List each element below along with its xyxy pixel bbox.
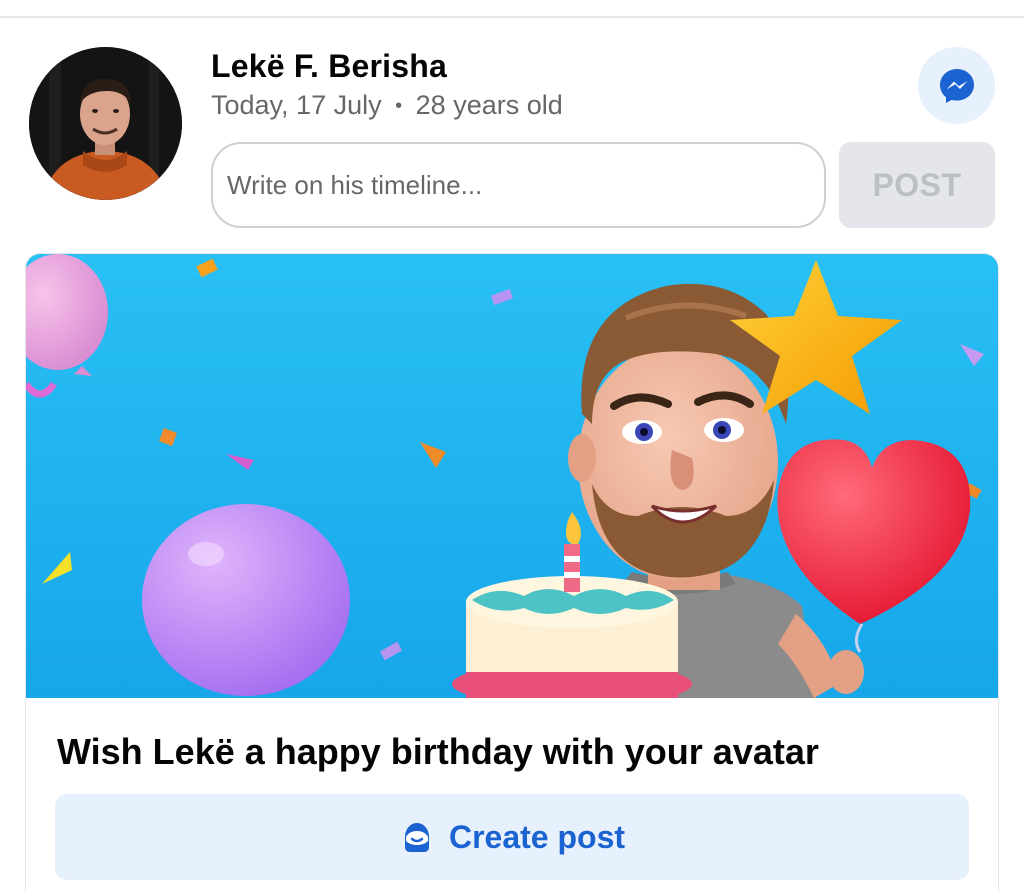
post-button[interactable]: POST bbox=[839, 142, 995, 228]
top-divider bbox=[0, 16, 1024, 18]
timeline-input[interactable] bbox=[211, 142, 826, 228]
create-post-button[interactable]: Create post bbox=[55, 794, 969, 880]
messenger-icon bbox=[939, 68, 974, 103]
profile-photo bbox=[29, 47, 182, 200]
messenger-button[interactable] bbox=[918, 47, 995, 124]
create-post-label: Create post bbox=[448, 818, 626, 855]
card-title: Wish Lekë a happy birthday with your ava… bbox=[57, 731, 819, 772]
birthday-age: 28 years old bbox=[415, 90, 563, 120]
profile-avatar[interactable] bbox=[29, 47, 182, 200]
birthday-date: Today, 17 July bbox=[211, 90, 382, 120]
birthday-card: Wish Lekë a happy birthday with your ava… bbox=[26, 254, 998, 892]
birthday-avatar-banner bbox=[26, 254, 998, 698]
avatar-sticker-icon bbox=[404, 823, 429, 852]
birthday-meta: Today, 17 July • 28 years old bbox=[211, 90, 563, 121]
profile-name[interactable]: Lekë F. Berisha bbox=[211, 48, 447, 85]
meta-separator: • bbox=[395, 95, 403, 118]
